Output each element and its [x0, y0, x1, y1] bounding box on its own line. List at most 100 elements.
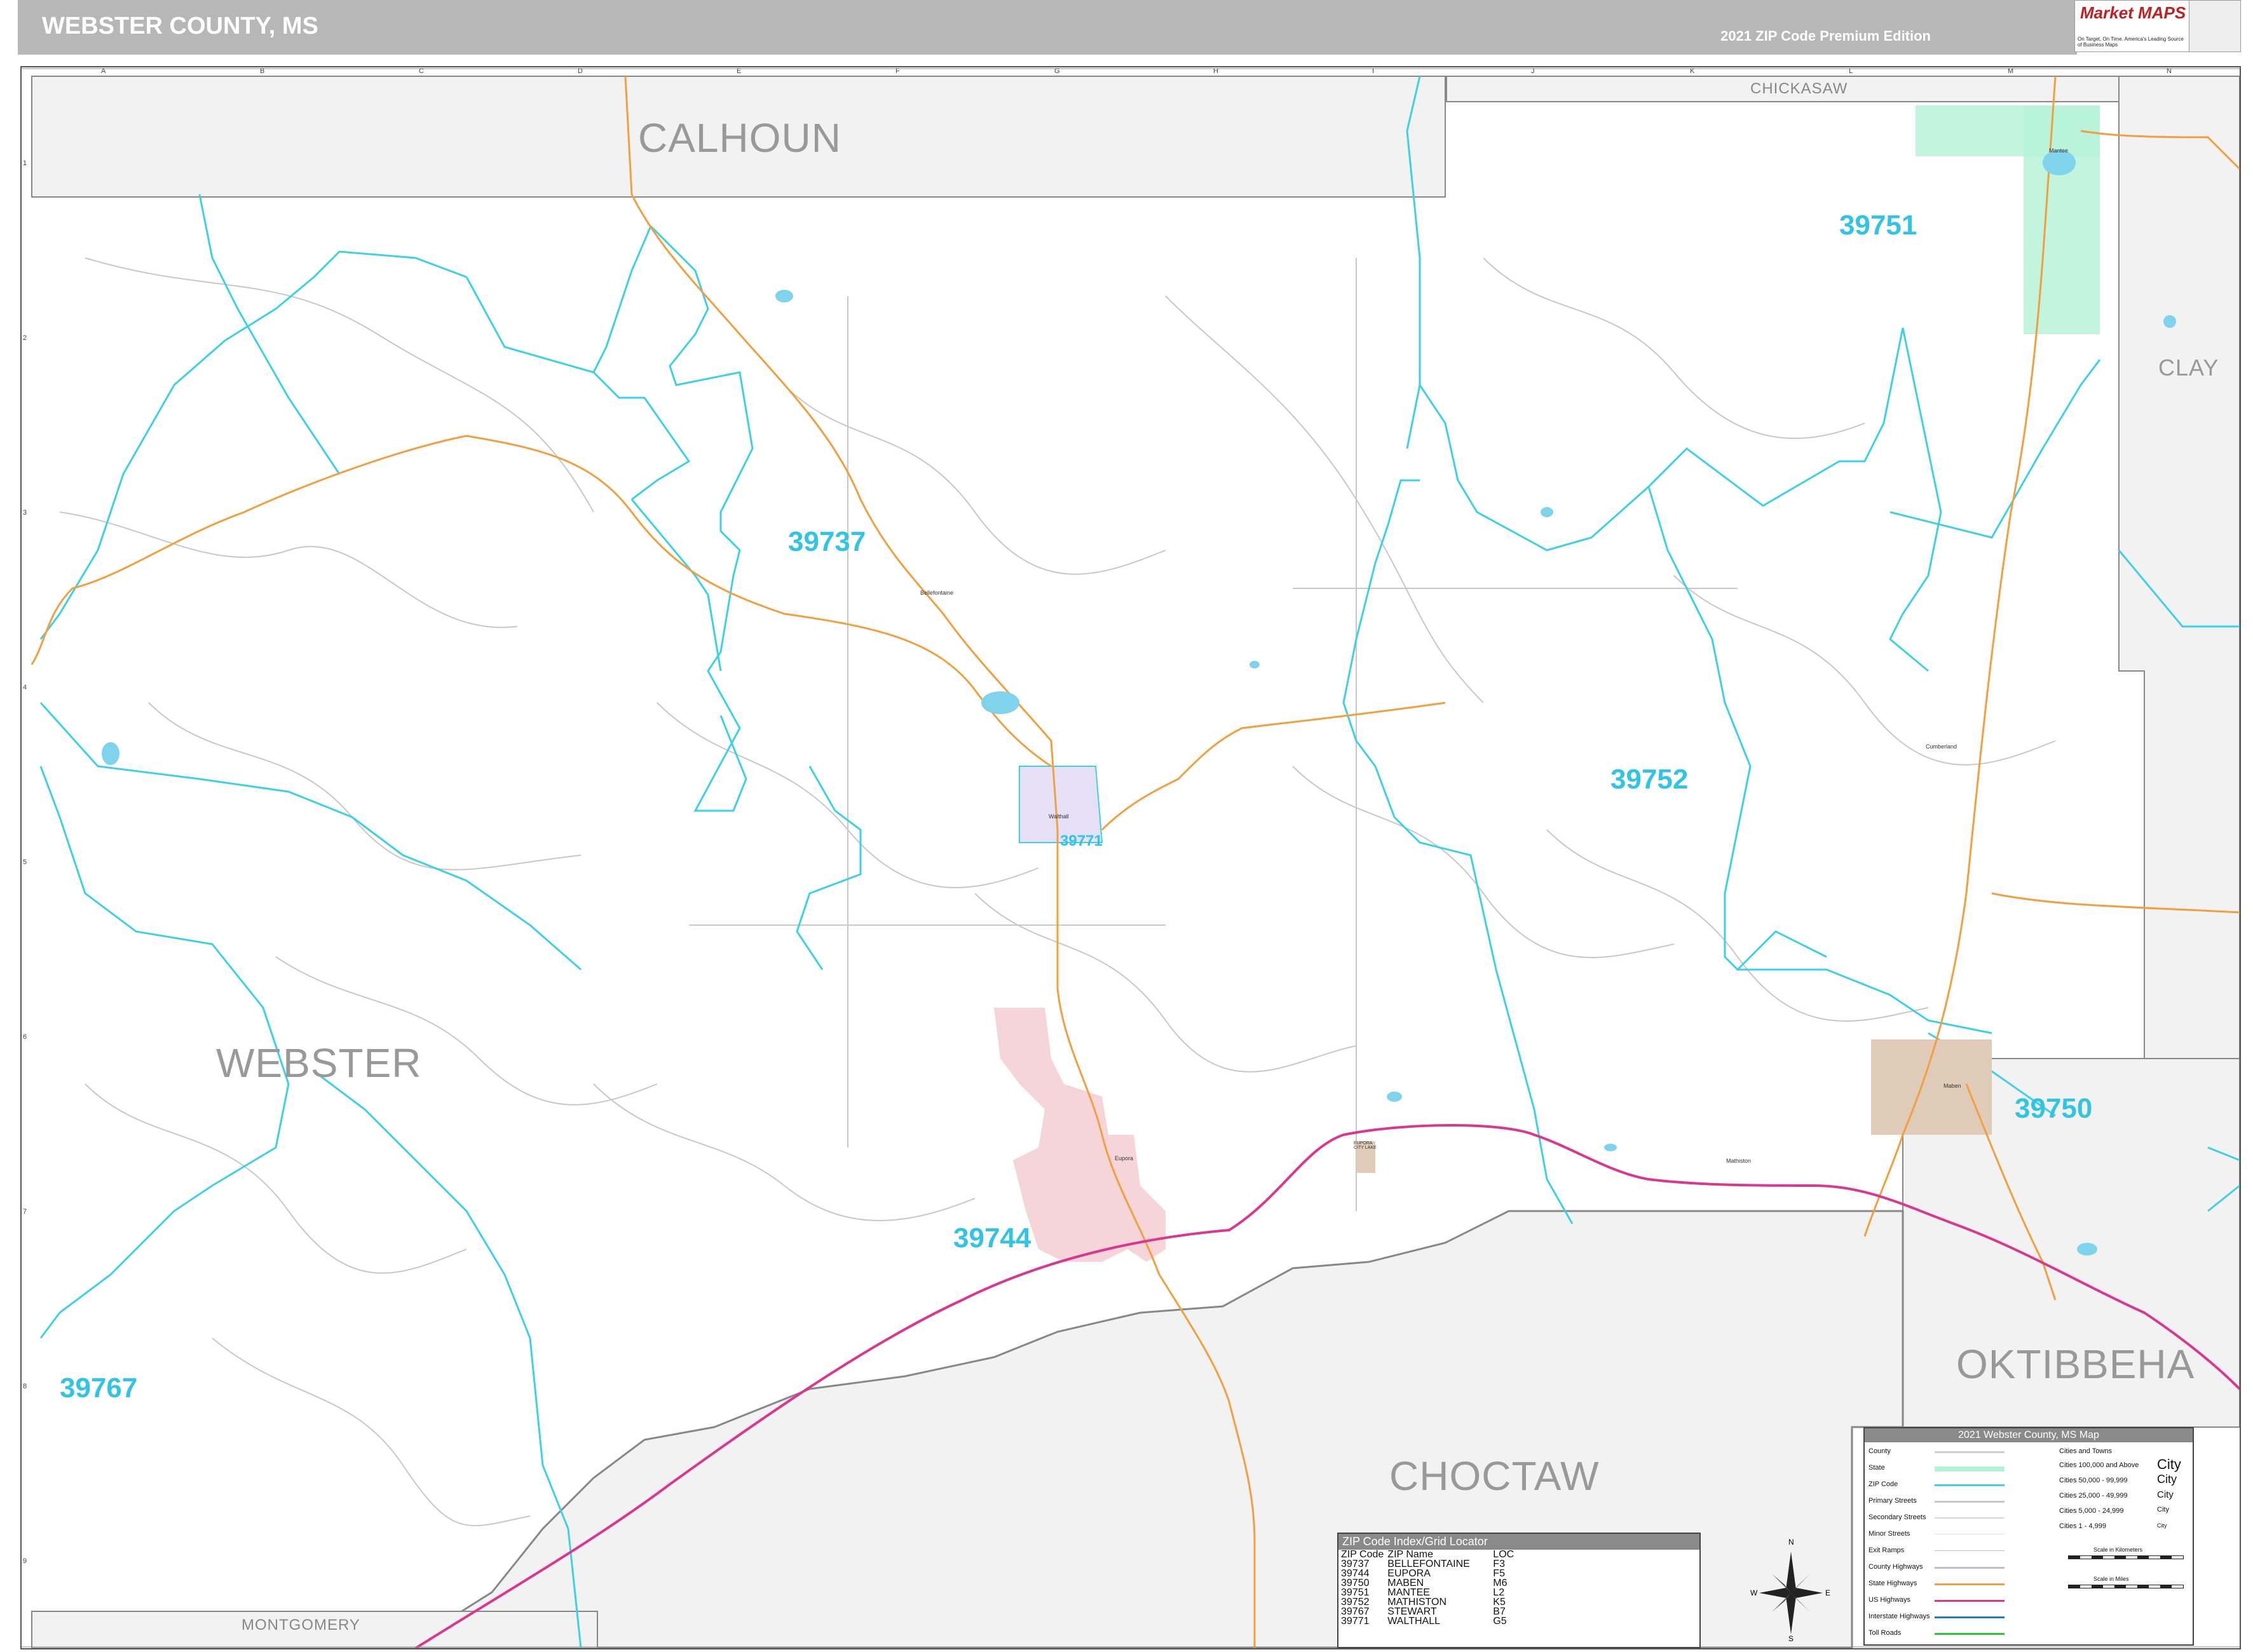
header-bar: WEBSTER COUNTY, MS 2021 ZIP Code Premium… [18, 0, 2077, 55]
grid-letter-a: A [101, 67, 106, 75]
zip-index-title: ZIP Code Index/Grid Locator [1338, 1534, 1699, 1550]
grid-letter-f: F [895, 67, 900, 75]
map-edition: 2021 ZIP Code Premium Edition [1720, 28, 1931, 44]
compass-s: S [1788, 1634, 1794, 1643]
grid-letter-l: L [1849, 67, 1853, 75]
county-label-calhoun: CALHOUN [638, 115, 841, 161]
map-frame: A B C D E F G H I J K L M N 1 2 3 4 5 6 … [20, 66, 2241, 1649]
grid-letter-h: H [1213, 67, 1218, 75]
zip-index-col-loc: LOC [1493, 1549, 1514, 1560]
grid-letter-c: C [419, 67, 424, 75]
zip-label-39744: 39744 [953, 1222, 1031, 1254]
zip-loc-cell: L2 [1493, 1587, 1505, 1598]
county-label-chickasaw: CHICKASAW [1750, 80, 1848, 97]
legend-swatch-primary [1935, 1501, 2005, 1503]
zip-label-39751: 39751 [1839, 210, 1917, 241]
zip-code-cell: 39744 [1341, 1568, 1370, 1579]
grid-number-2: 2 [23, 334, 27, 342]
zip-name-cell: WALTHALL [1387, 1616, 1440, 1627]
map-canvas [22, 68, 2240, 1648]
legend-scale-bar-km [2068, 1555, 2184, 1559]
zip-label-39771: 39771 [1060, 832, 1103, 850]
legend-title: 2021 Webster County, MS Map [1865, 1428, 2193, 1442]
zip-name-cell: MATHISTON [1387, 1597, 1447, 1608]
grid-number-9: 9 [23, 1557, 27, 1565]
legend-cities-title: Cities and Towns [2059, 1447, 2112, 1455]
table-row: 39744 EUPORA F5 [1341, 1568, 1518, 1579]
legend-city-sym-1: City [2157, 1522, 2167, 1529]
legend-swatch-state [1935, 1466, 2005, 1472]
legend-city-sym-5k: City [2157, 1506, 2169, 1513]
legend-scale-bar-mi [2068, 1585, 2184, 1588]
logo-tagline: On Target, On Time. America's Leading So… [2078, 36, 2184, 48]
legend-city-25k: Cities 25,000 - 49,999 [2059, 1492, 2128, 1500]
zip-loc-cell: F5 [1493, 1568, 1505, 1579]
legend-city-sym-25k: City [2157, 1489, 2174, 1500]
grid-number-1: 1 [23, 159, 27, 167]
table-row: 39767 STEWART B7 [1341, 1607, 1518, 1617]
logo-contact-block [2189, 0, 2241, 52]
legend-item-county-hwy: County Highways [1868, 1563, 1923, 1571]
legend-swatch-zip [1935, 1484, 2005, 1486]
legend-city-sym-100k: City [2157, 1456, 2181, 1472]
place-walthall: Walthall [1049, 813, 1069, 820]
grid-number-8: 8 [23, 1383, 27, 1390]
legend-swatch-state-hwy [1935, 1583, 2005, 1585]
zip-loc-cell: M6 [1493, 1578, 1508, 1588]
zip-code-cell: 39752 [1341, 1597, 1370, 1608]
compass-n: N [1788, 1538, 1794, 1547]
zip-name-cell: MANTEE [1387, 1587, 1430, 1598]
zip-index-col-zip: ZIP Code [1341, 1549, 1384, 1560]
legend-scale-km: Scale in Kilometers [2093, 1547, 2143, 1553]
legend-item-interstate: Interstate Highways [1868, 1613, 1930, 1620]
grid-letter-k: K [1690, 67, 1695, 75]
county-label-oktibbeha: OKTIBBEHA [1956, 1341, 2195, 1387]
grid-number-4: 4 [23, 684, 27, 691]
grid-letter-g: G [1054, 67, 1060, 75]
place-bellefontaine: Bellefontaine [920, 590, 954, 596]
legend-item-county: County [1868, 1447, 1891, 1455]
place-eupora: Eupora [1115, 1155, 1134, 1161]
legend-swatch-interstate [1935, 1616, 2005, 1618]
zip-name-cell: MABEN [1387, 1578, 1424, 1588]
grid-letter-d: D [578, 67, 583, 75]
table-row: 39750 MABEN M6 [1341, 1578, 1518, 1588]
zip-loc-cell: G5 [1493, 1616, 1507, 1627]
grid-letter-b: B [260, 67, 265, 75]
logo-text: Market MAPS [2080, 3, 2186, 22]
grid-number-5: 5 [23, 858, 27, 866]
mantee-zip-area-2 [2024, 105, 2100, 334]
grid-number-6: 6 [23, 1033, 27, 1041]
grid-number-7: 7 [23, 1208, 27, 1215]
zip-label-39752: 39752 [1610, 764, 1689, 795]
compass-w: W [1750, 1588, 1758, 1597]
place-cumberland: Cumberland [1926, 743, 1957, 750]
legend-swatch-secondary [1935, 1517, 2005, 1519]
legend-city-5k: Cities 5,000 - 24,999 [2059, 1507, 2124, 1515]
legend-item-minor: Minor Streets [1868, 1530, 1910, 1538]
legend-swatch-toll [1935, 1633, 2005, 1635]
market-maps-logo: Market MAPS On Target, On Time. America'… [2074, 0, 2190, 52]
zip-code-cell: 39737 [1341, 1559, 1370, 1569]
legend-scale-mi: Scale in Miles [2093, 1576, 2129, 1582]
legend-item-secondary: Secondary Streets [1868, 1513, 1926, 1521]
zip-name-cell: BELLEFONTAINE [1387, 1559, 1470, 1569]
zip-index-header-row: ZIP Code ZIP Name LOC [1341, 1549, 1518, 1560]
zip-code-cell: 39751 [1341, 1587, 1370, 1598]
zip-code-cell: 39750 [1341, 1578, 1370, 1588]
place-mathiston: Mathiston [1726, 1158, 1752, 1164]
legend-swatch-county [1935, 1451, 2005, 1453]
legend-item-us-hwy: US Highways [1868, 1596, 1911, 1604]
county-label-choctaw: CHOCTAW [1389, 1453, 1600, 1499]
legend-swatch-county-hwy [1935, 1567, 2005, 1569]
map-legend: 2021 Webster County, MS Map County State… [1863, 1427, 2194, 1646]
table-row: 39737 BELLEFONTAINE F3 [1341, 1559, 1518, 1569]
legend-swatch-exit-ramps [1935, 1550, 2005, 1551]
zip-loc-cell: F3 [1493, 1559, 1505, 1569]
legend-item-primary: Primary Streets [1868, 1497, 1917, 1505]
walthall-zip-area [1019, 766, 1103, 843]
legend-city-1: Cities 1 - 4,999 [2059, 1522, 2106, 1530]
legend-swatch-us-hwy [1935, 1600, 2005, 1602]
map-title: WEBSTER COUNTY, MS [42, 13, 318, 39]
legend-city-sym-50k: City [2157, 1473, 2177, 1486]
